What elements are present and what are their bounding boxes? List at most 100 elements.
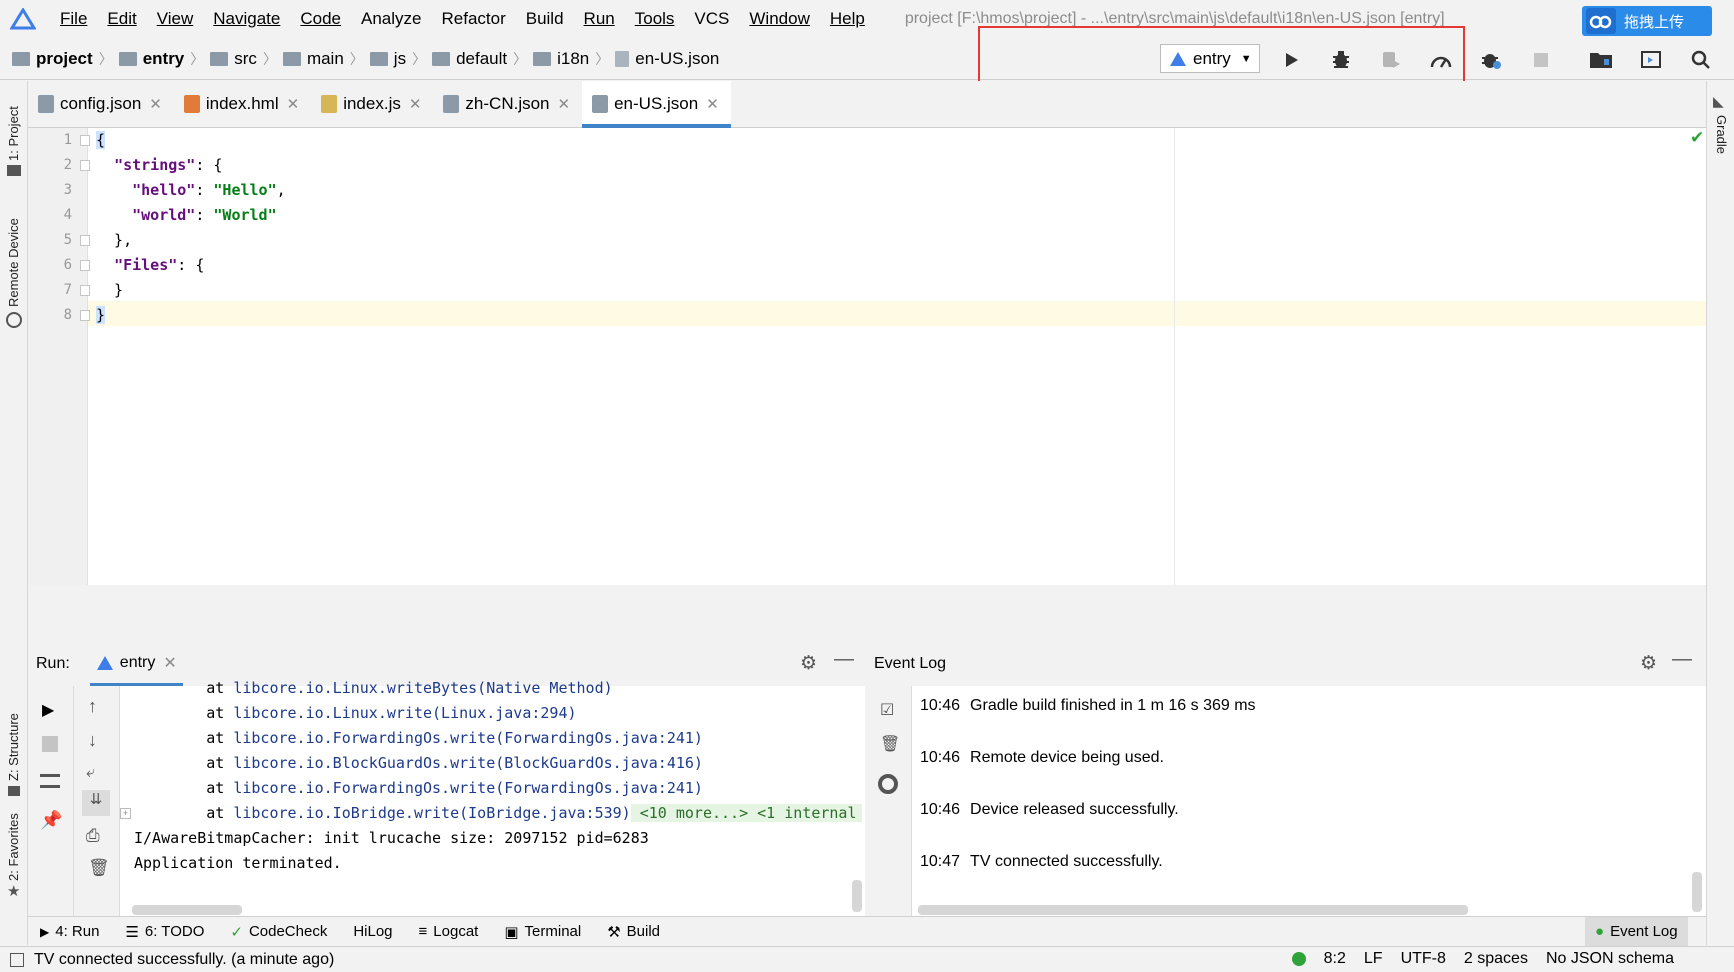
code-line[interactable]: "hello": "Hello", [96,178,286,203]
tab-en-us-json[interactable]: en-US.json ✕ [582,81,731,128]
tool-tab-hilog[interactable]: HiLog [353,923,392,940]
breadcrumb-default[interactable]: default 〉 [432,49,527,69]
menu-build[interactable]: Build [516,9,574,29]
fold-marker-icon[interactable] [80,260,90,271]
stacktrace-link[interactable]: libcore.io.Linux.writeBytes(Native Metho… [233,679,612,697]
tool-tab-build[interactable]: ⚒ Build [607,923,660,941]
tool-tab-todo[interactable]: ☰ 6: TODO [125,923,204,941]
json-schema[interactable]: No JSON schema [1546,950,1674,968]
tab-zh-cn-json[interactable]: zh-CN.json ✕ [433,81,582,127]
tab-config-json[interactable]: config.json ✕ [28,81,174,127]
arrow-down-icon[interactable]: ↓ [88,730,97,751]
minimize-icon[interactable]: — [1672,648,1692,671]
scroll-to-end-icon[interactable]: ⇊ [82,790,110,816]
stop-icon[interactable] [42,736,58,752]
tab-index-js[interactable]: index.js ✕ [311,81,433,127]
remote-device-tool-tab[interactable]: Remote Device [6,218,21,307]
gradle-tool-tab[interactable]: Gradle [1714,115,1729,154]
menu-navigate[interactable]: Navigate [203,9,290,29]
tool-tab-event-log[interactable]: ● Event Log [1585,917,1688,946]
close-icon[interactable]: ✕ [558,95,571,113]
stacktrace-link[interactable]: libcore.io.ForwardingOs.write(Forwarding… [233,779,703,797]
breadcrumb-entry[interactable]: entry 〉 [118,49,204,69]
line-separator[interactable]: LF [1364,950,1383,968]
project-tool-tab[interactable]: 1: Project [6,106,21,161]
stacktrace-link[interactable]: libcore.io.IoBridge.write(IoBridge.java:… [233,804,630,822]
run-console-vscrollbar[interactable] [852,880,862,912]
close-icon[interactable]: ✕ [409,95,422,113]
breadcrumb-file[interactable]: en-US.json [615,49,719,69]
menu-code[interactable]: Code [290,9,351,29]
gear-icon[interactable]: ⚙ [1640,652,1657,675]
stop-button[interactable] [1528,47,1554,73]
collapsed-frames[interactable]: <10 more...> <1 internal c [630,804,862,822]
menu-help[interactable]: Help [820,9,875,29]
breadcrumb-i18n[interactable]: i18n 〉 [533,49,609,69]
code-line[interactable]: "Files": { [96,253,204,278]
close-icon[interactable]: ✕ [706,95,719,113]
breadcrumb-js[interactable]: js 〉 [369,49,426,69]
code-line[interactable]: "strings": { [96,153,222,178]
pin-icon[interactable]: 📌 [40,810,62,831]
tab-index-hml[interactable]: index.hml ✕ [174,81,311,127]
menu-refactor[interactable]: Refactor [431,9,515,29]
trash-icon[interactable]: 🗑 [880,734,900,754]
menu-window[interactable]: Window [739,9,819,29]
indent-setting[interactable]: 2 spaces [1464,950,1528,968]
print-icon[interactable]: ⎙ [86,826,100,846]
cursor-position[interactable]: 8:2 [1324,950,1346,968]
close-icon[interactable]: ✕ [149,95,162,113]
breadcrumb-project[interactable]: project 〉 [12,49,113,69]
layout-icon[interactable] [40,774,60,788]
rebuild-button[interactable] [1478,47,1504,73]
device-manager-button[interactable] [1638,47,1664,73]
mark-read-icon[interactable]: ☑ [880,700,894,720]
fold-marker-icon[interactable] [80,285,90,296]
stacktrace-link[interactable]: libcore.io.BlockGuardOs.write(BlockGuard… [233,754,703,772]
close-icon[interactable]: ✕ [287,95,300,113]
menu-tools[interactable]: Tools [625,9,685,29]
fold-marker-icon[interactable] [80,235,90,246]
tool-tab-codecheck[interactable]: ✓ CodeCheck [230,923,327,941]
code-line[interactable]: "world": "World" [96,203,277,228]
search-button[interactable] [1688,47,1714,73]
run-console-hscrollbar[interactable] [132,905,242,915]
fold-marker-icon[interactable] [80,135,90,146]
code-line[interactable]: } [96,278,123,303]
structure-tool-tab[interactable]: Z: Structure [6,713,21,781]
minimize-icon[interactable]: — [834,648,854,671]
gear-icon[interactable]: ⚙ [800,652,817,675]
menu-run[interactable]: Run [574,9,625,29]
trash-icon[interactable]: 🗑 [88,858,110,878]
soft-wrap-icon[interactable]: ⤶ [86,764,95,782]
settings-ring-icon[interactable] [878,774,898,794]
breadcrumb-main[interactable]: main 〉 [282,49,364,69]
menu-edit[interactable]: Edit [97,9,146,29]
event-log-vscrollbar[interactable] [1692,872,1702,912]
code-line[interactable]: { [96,128,106,153]
toggle-tool-windows-icon[interactable] [10,952,24,967]
breadcrumb-src[interactable]: src 〉 [210,49,277,69]
file-encoding[interactable]: UTF-8 [1401,950,1446,968]
code-line[interactable]: } [96,303,106,328]
menu-analyze[interactable]: Analyze [351,9,431,29]
event-log-hscrollbar[interactable] [918,905,1468,915]
tool-tab-logcat[interactable]: ≡ Logcat [419,923,479,940]
fold-marker-icon[interactable] [80,160,90,171]
close-icon[interactable]: ✕ [163,653,176,673]
menu-view[interactable]: View [147,9,204,29]
menu-file[interactable]: File [50,9,97,29]
fold-expand-icon[interactable]: + [120,808,131,819]
stacktrace-link[interactable]: libcore.io.ForwardingOs.write(Forwarding… [233,729,703,747]
arrow-up-icon[interactable]: ↑ [88,696,97,717]
rerun-icon[interactable]: ▶ [42,700,54,720]
tool-tab-terminal[interactable]: ▣ Terminal [504,923,581,941]
menu-vcs[interactable]: VCS [684,9,739,29]
tool-tab-run[interactable]: ▶ 4: Run [40,923,99,940]
project-structure-button[interactable] [1588,47,1614,73]
code-line[interactable]: }, [96,228,132,253]
fold-marker-icon[interactable] [80,310,90,321]
stacktrace-link[interactable]: libcore.io.Linux.write(Linux.java:294) [233,704,576,722]
favorites-tool-tab[interactable]: 2: Favorites [6,813,21,881]
upload-button[interactable]: 拖拽上传 [1582,6,1712,36]
